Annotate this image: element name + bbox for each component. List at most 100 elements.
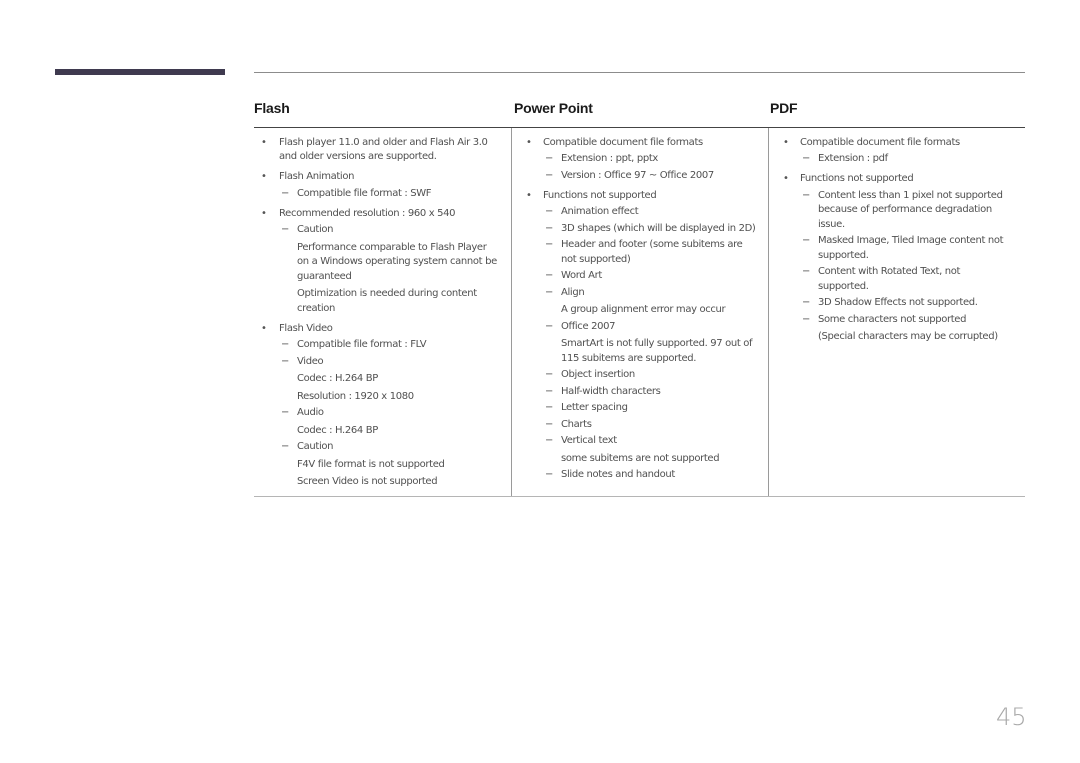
list-item-text: Flash Video xyxy=(279,322,333,334)
sub-item: − Some characters not supported xyxy=(800,313,1025,328)
sub-item-text: Extension : ppt, pptx xyxy=(561,153,658,164)
bullet-icon: • xyxy=(783,136,789,148)
sub-item: −3D Shadow Effects not supported. xyxy=(800,296,1025,311)
sub-item-text: Caution xyxy=(297,441,334,452)
sub-item-text: Compatible file format : SWF xyxy=(297,187,432,199)
sub-item: − Extension : ppt, pptx xyxy=(543,152,768,167)
dash-icon: − xyxy=(281,339,290,350)
sub-item-note: Performance comparable to Flash Player o… xyxy=(297,241,497,282)
sub-item-text: Masked Image, Tiled Image content not su… xyxy=(818,235,1004,261)
list-item: • Functions not supported − Content less th… xyxy=(769,172,1025,345)
dash-icon: − xyxy=(545,222,554,234)
sub-item: − Animation effect xyxy=(543,205,768,220)
sub-item-note: SmartArt is not fully supported. 97 out … xyxy=(561,338,753,364)
sub-item: − Caution xyxy=(279,440,511,455)
dash-icon: − xyxy=(545,469,554,480)
sub-item-note: A group alignment error may occur xyxy=(561,304,726,315)
dash-icon: − xyxy=(281,441,290,452)
sub-item-text: Object insertion xyxy=(561,369,635,380)
list-item: • Recommended resolution : 960 x 540 − Caut… xyxy=(254,207,511,317)
sub-item-text: Header and footer (some subitems are not… xyxy=(561,239,743,265)
sub-item: − Word Art xyxy=(543,269,768,284)
sub-item: − Extension : pdf xyxy=(800,152,1025,167)
list-item-text: Recommended resolution : 960 x 540 xyxy=(279,207,456,219)
dash-icon: − xyxy=(545,239,554,250)
bullet-icon: • xyxy=(526,189,532,201)
sub-item: − Content with Rotated Text, not supporte… xyxy=(800,265,1025,294)
column-heading-flash: Flash xyxy=(254,100,290,116)
sub-item-text: Compatible file format : FLV xyxy=(297,339,427,350)
sub-item-text: Charts xyxy=(561,418,592,430)
sub-item: − Object insertion xyxy=(543,368,768,383)
top-rule xyxy=(254,72,1025,73)
dash-icon: − xyxy=(545,153,554,164)
sub-item: − Letter spacing xyxy=(543,401,768,416)
column-heading-pdf: PDF xyxy=(770,100,798,116)
sub-item-text: Office 2007 xyxy=(561,320,616,332)
dash-icon: − xyxy=(545,385,554,397)
dash-icon: − xyxy=(281,407,290,418)
sub-item-note: F4V file format is not supported xyxy=(297,458,445,470)
bullet-icon: • xyxy=(783,173,789,184)
table-body-row: • Flash player 11.0 and older and Flash A… xyxy=(254,128,1025,497)
list-item-text: Compatible document file formats xyxy=(800,136,960,148)
sub-item-note: Resolution : 1920 x 1080 xyxy=(297,390,414,402)
sub-item-note: (Special characters may be corrupted) xyxy=(818,331,998,342)
dash-icon: − xyxy=(802,235,811,246)
dash-icon: − xyxy=(545,206,554,217)
bullet-icon: • xyxy=(261,322,267,334)
bullet-icon: • xyxy=(261,171,267,182)
dash-icon: − xyxy=(545,435,554,446)
sub-item: − Vertical text xyxy=(543,434,768,449)
page-number: 45 xyxy=(996,703,1027,731)
supported-formats-table: Flash Power Point PDF • Flash player 11.0… xyxy=(254,92,1025,497)
dash-icon: − xyxy=(281,355,290,367)
list-item-text: Compatible document file formats xyxy=(543,136,703,148)
sub-item: − Version : Office 97 ~ Office 2007 xyxy=(543,169,768,184)
sub-item: − Compatible file format : SWF xyxy=(279,187,511,202)
sub-item-text: Caution xyxy=(297,224,334,235)
sub-item: − Content less than 1 pixel not supported… xyxy=(800,189,1025,233)
sub-item-text: Slide notes and handout xyxy=(561,469,675,480)
sub-item-text: Video xyxy=(297,355,324,367)
column-powerpoint: • Compatible document file formats − Extens… xyxy=(511,128,768,496)
dash-icon: − xyxy=(545,369,554,380)
list-item: • Compatible document file formats − Extens… xyxy=(769,136,1025,167)
sub-item-text: Animation effect xyxy=(561,206,639,217)
sub-item-text: Version : Office 97 ~ Office 2007 xyxy=(561,169,714,181)
column-flash: • Flash player 11.0 and older and Flash A… xyxy=(254,128,511,496)
sub-item: − Office 2007 xyxy=(543,320,768,335)
list-item: • Flash Video − Compatible file format : FL… xyxy=(254,322,511,490)
sub-item: − Header and footer (some subitems are no… xyxy=(543,238,768,267)
dash-icon: − xyxy=(802,153,811,164)
sub-item-note: Optimization is needed during content cr… xyxy=(297,288,477,314)
column-heading-powerpoint: Power Point xyxy=(514,100,593,116)
sub-item-text: Vertical text xyxy=(561,435,617,446)
list-item-text: Functions not supported xyxy=(543,189,657,201)
list-item: • Functions not supported − Animation effec… xyxy=(512,189,768,483)
bullet-icon: • xyxy=(261,207,267,219)
dash-icon: − xyxy=(545,169,554,181)
dash-icon: − xyxy=(545,402,554,413)
dash-icon: − xyxy=(545,286,554,298)
dash-icon: − xyxy=(802,266,811,277)
list-item-text: Flash player 11.0 and older and Flash Ai… xyxy=(279,136,488,163)
sub-item: − Masked Image, Tiled Image content not s… xyxy=(800,234,1025,263)
sub-item: − Slide notes and handout xyxy=(543,468,768,483)
dash-icon: − xyxy=(281,187,290,199)
sub-item-text: Some characters not supported xyxy=(818,313,967,325)
sub-item-note: some subitems are not supported xyxy=(561,452,720,464)
sub-item-text: Audio xyxy=(297,407,324,418)
chapter-marker-bar xyxy=(55,69,225,75)
dash-icon: − xyxy=(281,224,290,235)
sub-item-text: Half-width characters xyxy=(561,385,661,397)
sub-item: − Charts xyxy=(543,418,768,433)
table-header-row: Flash Power Point PDF xyxy=(254,92,1025,128)
sub-item-text: Content less than 1 pixel not supported … xyxy=(818,189,1003,230)
list-item: • Flash player 11.0 and older and Flash A… xyxy=(254,136,511,165)
sub-item-note: Screen Video is not supported xyxy=(297,476,438,487)
dash-icon: − xyxy=(545,270,554,281)
dash-icon: − xyxy=(802,313,811,325)
dash-icon: − xyxy=(802,297,811,308)
sub-item-note: Codec : H.264 BP xyxy=(297,424,378,436)
